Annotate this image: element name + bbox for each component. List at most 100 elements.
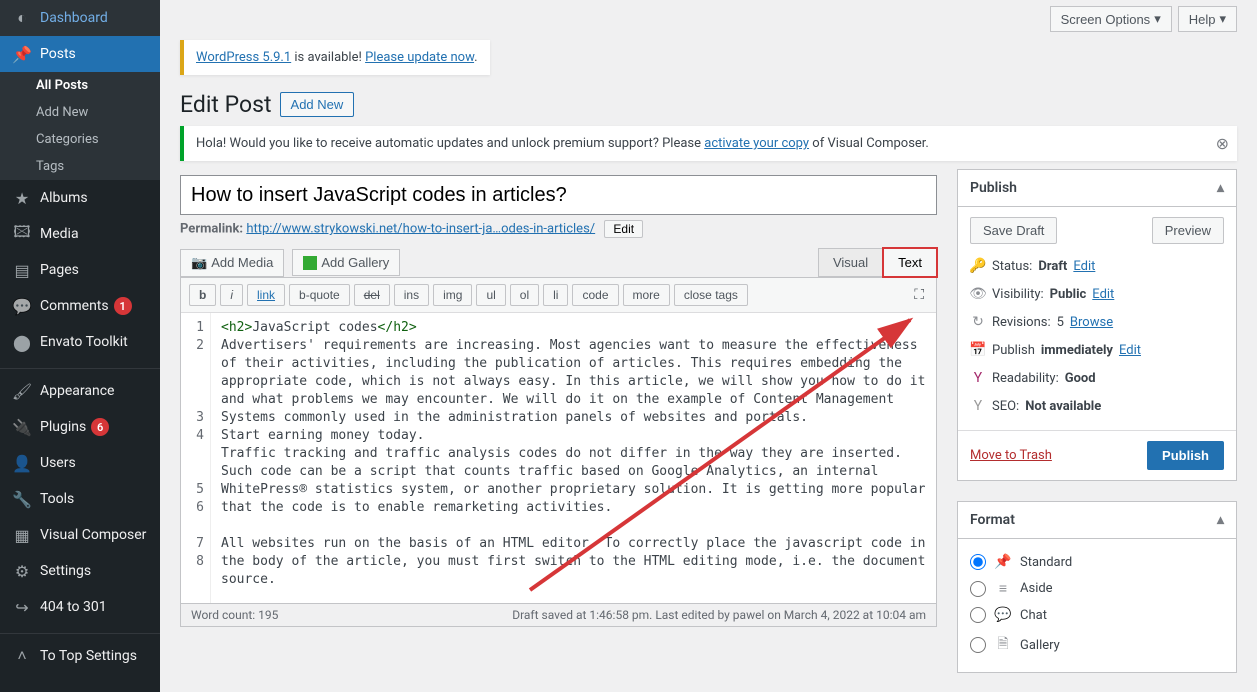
- qt-del[interactable]: del: [354, 284, 390, 306]
- qt-link[interactable]: link: [247, 284, 285, 306]
- qt-italic[interactable]: i: [220, 284, 243, 306]
- format-label: Aside: [1020, 581, 1053, 596]
- qt-code[interactable]: code: [572, 284, 618, 306]
- visibility-value: Public: [1050, 287, 1087, 302]
- menu-dashboard[interactable]: ◐Dashboard: [0, 0, 160, 36]
- format-option-gallery[interactable]: 🗎 Gallery: [970, 628, 1224, 662]
- qt-ol[interactable]: ol: [510, 284, 539, 306]
- menu-appearance[interactable]: 🖌Appearance: [0, 373, 160, 409]
- panel-title: Publish: [970, 180, 1017, 196]
- qt-ul[interactable]: ul: [476, 284, 505, 306]
- wp-version-link[interactable]: WordPress 5.9.1: [196, 50, 291, 65]
- menu-visual-composer[interactable]: ▦Visual Composer: [0, 517, 160, 553]
- pin-icon: 📌: [12, 44, 32, 64]
- status-value: Draft: [1038, 259, 1067, 274]
- code-content[interactable]: <h2>JavaScript codes</h2>Advertisers' re…: [211, 313, 936, 603]
- revisions-value: 5: [1057, 315, 1064, 330]
- plugins-count-badge: 6: [91, 418, 109, 436]
- permalink-link[interactable]: http://www.strykowski.net/how-to-insert-…: [246, 221, 595, 236]
- comment-icon: 💬: [12, 296, 32, 316]
- submenu-add-new[interactable]: Add New: [0, 99, 160, 126]
- menu-envato[interactable]: ⬤Envato Toolkit: [0, 324, 160, 360]
- add-gallery-label: Add Gallery: [321, 255, 389, 270]
- add-media-button[interactable]: 📷Add Media: [180, 249, 284, 277]
- permalink-base: http://www.strykowski.net/: [246, 221, 402, 236]
- qt-more[interactable]: more: [623, 284, 670, 306]
- menu-posts[interactable]: 📌Posts: [0, 36, 160, 72]
- menu-users[interactable]: 👤Users: [0, 445, 160, 481]
- edit-status-link[interactable]: Edit: [1073, 259, 1095, 274]
- edit-visibility-link[interactable]: Edit: [1092, 287, 1114, 302]
- browse-revisions-link[interactable]: Browse: [1070, 315, 1113, 330]
- format-radio[interactable]: [970, 607, 986, 623]
- qt-ins[interactable]: ins: [394, 284, 429, 306]
- submenu-tags[interactable]: Tags: [0, 153, 160, 180]
- format-option-aside[interactable]: ≡ Aside: [970, 575, 1224, 602]
- qt-close-tags[interactable]: close tags: [674, 284, 748, 306]
- word-count: Word count: 195: [191, 608, 278, 622]
- tab-visual[interactable]: Visual: [818, 248, 883, 277]
- post-title-input[interactable]: [180, 175, 937, 215]
- preview-button[interactable]: Preview: [1152, 217, 1224, 244]
- help-label: Help: [1189, 12, 1216, 27]
- update-now-link[interactable]: Please update now: [365, 50, 474, 65]
- menu-albums[interactable]: ★Albums: [0, 180, 160, 216]
- qt-bquote[interactable]: b-quote: [289, 284, 350, 306]
- menu-to-top[interactable]: ˄To Top Settings: [0, 638, 160, 674]
- format-option-chat[interactable]: 💬 Chat: [970, 602, 1224, 628]
- seo-value: Not available: [1025, 399, 1101, 414]
- edit-schedule-link[interactable]: Edit: [1119, 343, 1141, 358]
- tab-text[interactable]: Text: [883, 248, 937, 277]
- menu-pages[interactable]: ▤Pages: [0, 252, 160, 288]
- page-heading: Edit Post Add New: [180, 91, 1237, 118]
- wrench-icon: 🔧: [12, 489, 32, 509]
- submenu-all-posts[interactable]: All Posts: [0, 72, 160, 99]
- move-to-trash-link[interactable]: Move to Trash: [970, 448, 1052, 463]
- fullscreen-icon[interactable]: ⛶: [910, 287, 928, 303]
- activate-copy-link[interactable]: activate your copy: [704, 136, 809, 151]
- schedule-label: Publish: [992, 343, 1035, 358]
- quicktags-toolbar: b i link b-quote del ins img ul ol li co…: [181, 278, 936, 313]
- menu-404-to-301[interactable]: ↪404 to 301: [0, 589, 160, 625]
- schedule-value: immediately: [1041, 343, 1113, 358]
- wp-update-notice: WordPress 5.9.1 is available! Please upd…: [180, 40, 490, 75]
- text-editor: b i link b-quote del ins img ul ol li co…: [180, 277, 937, 604]
- help-button[interactable]: Help ▾: [1178, 6, 1237, 32]
- format-radio[interactable]: [970, 581, 986, 597]
- qt-img[interactable]: img: [433, 284, 472, 306]
- permalink-edit-button[interactable]: Edit: [604, 220, 643, 238]
- format-radio[interactable]: [970, 554, 986, 570]
- screen-options-button[interactable]: Screen Options ▾: [1050, 6, 1172, 32]
- submenu-categories[interactable]: Categories: [0, 126, 160, 153]
- yoast-seo-icon: Y: [970, 398, 986, 414]
- menu-label: Media: [40, 226, 79, 242]
- key-icon: 🔑: [970, 258, 986, 274]
- code-textarea[interactable]: 12 34 56 78 <h2>JavaScript codes</h2>Adv…: [181, 313, 936, 603]
- menu-media[interactable]: 🖾Media: [0, 216, 160, 252]
- menu-tools[interactable]: 🔧Tools: [0, 481, 160, 517]
- notice-text: of Visual Composer.: [809, 136, 929, 151]
- save-draft-button[interactable]: Save Draft: [970, 217, 1057, 244]
- menu-label: Users: [40, 455, 76, 471]
- menu-label: Settings: [40, 563, 91, 579]
- add-new-button[interactable]: Add New: [280, 92, 355, 117]
- panel-toggle[interactable]: ▴: [1217, 180, 1224, 196]
- chevron-up-icon: ˄: [12, 646, 32, 666]
- qt-li[interactable]: li: [543, 284, 568, 306]
- permalink-label: Permalink:: [180, 221, 246, 236]
- menu-plugins[interactable]: 🔌Plugins6: [0, 409, 160, 445]
- qt-bold[interactable]: b: [189, 284, 216, 306]
- seo-label: SEO:: [992, 399, 1019, 414]
- dashboard-icon: ◐: [12, 8, 32, 28]
- publish-button[interactable]: Publish: [1147, 441, 1224, 470]
- menu-separator: [0, 364, 160, 369]
- format-option-standard[interactable]: 📌 Standard: [970, 549, 1224, 575]
- panel-toggle[interactable]: ▴: [1217, 512, 1224, 528]
- format-radio[interactable]: [970, 637, 986, 653]
- page-title: Edit Post: [180, 91, 272, 118]
- menu-settings[interactable]: ⚙Settings: [0, 553, 160, 589]
- add-gallery-button[interactable]: Add Gallery: [292, 249, 400, 276]
- menu-comments[interactable]: 💬Comments1: [0, 288, 160, 324]
- chevron-down-icon: ▾: [1154, 11, 1161, 27]
- dismiss-notice-button[interactable]: ⊗: [1216, 134, 1229, 153]
